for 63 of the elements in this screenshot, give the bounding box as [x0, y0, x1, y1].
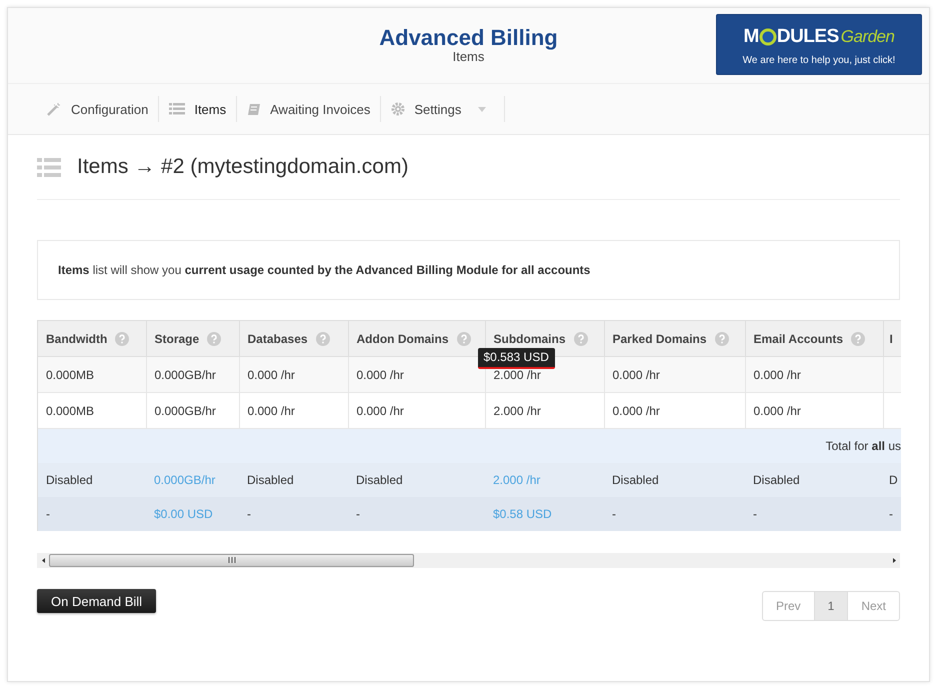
- list-icon: [169, 103, 186, 115]
- grip-icon[interactable]: [228, 557, 236, 563]
- list-icon: [37, 158, 61, 176]
- table-cell: -: [889, 506, 893, 520]
- help-icon[interactable]: [851, 332, 866, 346]
- table-cell: 0.000 /hr: [239, 356, 348, 392]
- table-cell: D: [889, 472, 898, 486]
- table-cell: 0.000 /hr: [604, 392, 745, 428]
- scroll-right-icon[interactable]: [892, 558, 896, 562]
- table-cell: Disabled: [612, 472, 659, 486]
- nav-tab[interactable]: Configuration: [36, 96, 160, 122]
- column-header: Email Accounts: [745, 320, 883, 356]
- pagination-link[interactable]: Next: [847, 592, 899, 620]
- help-icon[interactable]: [714, 332, 729, 346]
- wand-icon: [46, 102, 62, 116]
- scroll-left-icon[interactable]: [42, 558, 44, 562]
- nav-tab[interactable]: Awaiting Invoices: [237, 96, 382, 122]
- help-icon[interactable]: [115, 332, 130, 346]
- column-header: I: [883, 320, 901, 356]
- table-cell: -: [247, 506, 251, 520]
- table-cell: 0.000GB/hr: [146, 356, 239, 392]
- table-cell: Disabled: [247, 472, 294, 486]
- table-cell: Disabled: [753, 472, 800, 486]
- help-icon[interactable]: [316, 332, 330, 346]
- nav-tab[interactable]: Settings: [381, 96, 506, 122]
- app-title: Advanced Billing: [379, 26, 558, 50]
- table-cell: -: [46, 506, 50, 520]
- table-cell: Disabled: [356, 472, 403, 486]
- table-cell: 0.000MB: [38, 356, 146, 392]
- column-header: Databases: [239, 320, 348, 356]
- help-icon[interactable]: [456, 332, 470, 346]
- page-title: Items → #2 (mytestingdomain.com): [77, 155, 408, 179]
- table-cell: 0.000 /hr: [239, 392, 348, 428]
- column-header: Storage: [146, 320, 239, 356]
- column-header: Parked Domains: [604, 320, 745, 356]
- info-text: Items list will show you current usage counted by the Advanced Billing Module for all accounts: [58, 263, 590, 277]
- on-demand-bill-button[interactable]: On Demand Bill: [37, 588, 156, 612]
- nav-tab[interactable]: Items: [159, 96, 238, 122]
- book-icon: [247, 102, 262, 116]
- table-cell: Disabled: [46, 472, 93, 486]
- column-header: Bandwidth: [38, 320, 146, 356]
- app-subtitle: Items: [452, 50, 486, 64]
- pagination-link[interactable]: Prev: [762, 592, 814, 620]
- table-cell: 0.000GB/hr: [146, 392, 239, 428]
- table-cell: 2.000 /hr: [485, 392, 604, 428]
- table-cell: -: [356, 506, 360, 520]
- table-cell: -: [612, 506, 616, 520]
- pagination-link[interactable]: 1: [814, 592, 848, 620]
- help-icon[interactable]: [207, 332, 222, 346]
- table-cell: 0.000 /hr: [348, 392, 485, 428]
- table-cell: 0.000 /hr: [745, 356, 883, 392]
- horizontal-scrollbar[interactable]: [37, 552, 900, 568]
- table-cell: 0.000MB: [38, 392, 146, 428]
- table-cell: 0.000 /hr: [604, 356, 745, 392]
- help-icon[interactable]: [574, 332, 588, 346]
- total-label: Total for all us: [826, 438, 901, 453]
- column-header: Addon Domains: [348, 320, 485, 356]
- settings-icon: [391, 102, 406, 116]
- table-cell: -: [753, 506, 757, 520]
- table-cell: 0.000 /hr: [348, 356, 485, 392]
- table-cell: 0.000 /hr: [745, 392, 883, 428]
- logo-banner[interactable]: M DULESGarden We are here to help you, just click!: [716, 14, 922, 75]
- tooltip: $0.583 USD: [478, 348, 555, 369]
